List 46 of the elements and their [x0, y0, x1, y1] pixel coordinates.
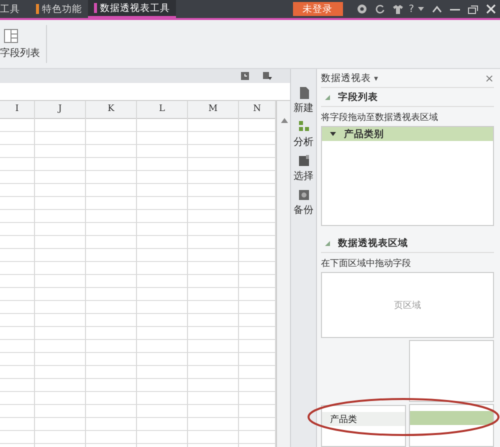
side-tool-button[interactable]: 选择: [294, 155, 314, 183]
caret-icon[interactable]: ▾: [374, 74, 378, 82]
section-title: 字段列表: [338, 91, 378, 104]
value-area[interactable]: [409, 404, 494, 447]
area-label: 页区域: [394, 300, 421, 312]
field-chip[interactable]: 产品类: [322, 412, 405, 426]
caret-icon[interactable]: [418, 7, 424, 11]
close-icon[interactable]: [486, 4, 496, 14]
field-list-icon: [4, 28, 18, 42]
scroll-up-icon[interactable]: [280, 118, 288, 123]
menu-tab[interactable]: 数据透视表工具: [88, 0, 176, 18]
field-item[interactable]: 产品类别: [322, 127, 493, 141]
side-tool-button[interactable]: 备份: [294, 189, 314, 217]
dropdown-icon[interactable]: [263, 72, 272, 80]
field-chip[interactable]: [410, 411, 493, 425]
restore-icon[interactable]: [468, 4, 478, 14]
triangle-icon[interactable]: [325, 241, 330, 246]
pane-title: 数据透视表: [321, 72, 371, 84]
column-header[interactable]: I: [0, 101, 34, 119]
help-button[interactable]: ?: [408, 4, 414, 14]
hint-text: 在下面区域中拖动字段: [321, 258, 412, 271]
circle-icon[interactable]: [356, 4, 367, 14]
column-header[interactable]: J: [35, 101, 85, 119]
shirt-icon[interactable]: [392, 4, 403, 14]
tool-icon: [298, 121, 308, 133]
menu-tab[interactable]: 工具: [0, 0, 30, 18]
expand-icon[interactable]: [330, 132, 336, 136]
field-list-button[interactable]: 字段列表: [0, 25, 47, 63]
column-header[interactable]: M: [188, 101, 238, 119]
tool-icon: [298, 87, 308, 99]
scroll-bar[interactable]: [276, 101, 290, 447]
row-area[interactable]: 产品类: [321, 405, 406, 447]
tool-icon: [298, 155, 308, 167]
section-title: 数据透视表区域: [338, 237, 408, 250]
column-header[interactable]: L: [137, 101, 187, 119]
tool-icon: [298, 189, 308, 201]
refresh-icon[interactable]: [374, 4, 385, 14]
close-button[interactable]: ×: [484, 72, 494, 84]
column-header[interactable]: K: [86, 101, 136, 119]
menu-tab[interactable]: 特色功能: [30, 0, 88, 18]
side-tool-button[interactable]: 新建: [294, 87, 314, 115]
column-header[interactable]: N: [239, 101, 275, 119]
hint-text: 将字段拖动至数据透视表区域: [321, 112, 439, 125]
triangle-icon[interactable]: [325, 95, 330, 100]
chevron-up-icon[interactable]: [432, 5, 442, 13]
clock-icon[interactable]: [241, 72, 249, 80]
